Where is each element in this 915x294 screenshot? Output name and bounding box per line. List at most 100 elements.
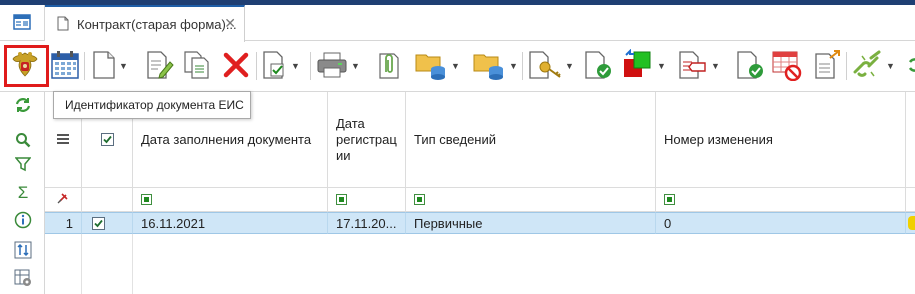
refresh-icon: [906, 54, 915, 79]
toolbar-separator: [522, 52, 523, 80]
import-document-icon: [812, 49, 842, 83]
toolbar-separator: [846, 52, 847, 80]
export-db-icon: [414, 49, 448, 84]
search-button[interactable]: [14, 132, 32, 150]
refresh-button[interactable]: [14, 97, 32, 115]
filter-icon[interactable]: [141, 194, 152, 205]
refresh-icon: [15, 97, 31, 116]
pin-icon: [57, 192, 69, 207]
settings-table-button[interactable]: [14, 269, 32, 288]
color-flag-button[interactable]: ▼: [622, 48, 666, 84]
key-document-button[interactable]: ▼: [528, 48, 574, 84]
cancel-table-icon: [771, 49, 803, 84]
toolbar-separator: [256, 52, 257, 80]
filter-cell-change-no[interactable]: [656, 188, 906, 212]
row-checkbox-cell[interactable]: [82, 212, 133, 234]
sum-icon: Σ: [17, 183, 29, 202]
export-db-button[interactable]: ▼: [414, 48, 460, 84]
filter-cell-info-type[interactable]: [406, 188, 656, 212]
info-button[interactable]: [14, 211, 32, 232]
cell-info-type[interactable]: Первичные: [406, 212, 656, 234]
approve-document-button[interactable]: ▼: [262, 48, 300, 84]
data-grid: Дата заполнения документа Дата регистрац…: [45, 92, 915, 294]
tab-contract[interactable]: Контракт(старая форма)... ✕: [45, 5, 245, 42]
row-checkbox[interactable]: [92, 216, 105, 230]
key-document-icon: [528, 50, 562, 83]
new-document-icon: [92, 50, 116, 83]
chevron-down-icon: ▼: [711, 61, 720, 71]
empty-column: [133, 234, 328, 294]
sum-button[interactable]: Σ: [14, 183, 32, 202]
print-icon: [316, 50, 348, 83]
document-icon: [57, 16, 69, 34]
new-document-button[interactable]: ▼: [92, 48, 128, 84]
chevron-down-icon: ▼: [451, 61, 460, 71]
filter-icon[interactable]: [336, 194, 347, 205]
filter-cell-reg-date[interactable]: [328, 188, 406, 212]
hamburger-icon: [57, 132, 69, 148]
cell-reg-date[interactable]: 17.11.20...: [328, 212, 406, 234]
check-document-button[interactable]: [584, 48, 614, 84]
filter-button[interactable]: [14, 156, 32, 174]
import-db-button[interactable]: ▼: [472, 48, 518, 84]
calendar-button[interactable]: [50, 48, 80, 84]
cell-change-no[interactable]: 0: [656, 212, 906, 234]
chevron-down-icon: ▼: [119, 61, 128, 71]
column-header-info-type[interactable]: Тип сведений: [406, 92, 656, 188]
sort-icon: [14, 241, 32, 262]
empty-column: [45, 234, 82, 294]
import-db-icon: [472, 49, 506, 84]
check-document-button-2[interactable]: [736, 48, 766, 84]
copy-document-icon: [183, 50, 211, 83]
delete-icon: [222, 51, 250, 82]
filter-icon[interactable]: [414, 194, 425, 205]
unlink-icon: [851, 50, 883, 83]
row-number: 1: [45, 212, 82, 234]
left-sidebar: Σ: [0, 92, 45, 294]
filter-cell-next: [906, 188, 915, 212]
chevron-down-icon: ▼: [657, 61, 666, 71]
edit-document-button[interactable]: [146, 48, 174, 84]
sort-button[interactable]: [14, 241, 32, 262]
import-document-button[interactable]: [812, 48, 842, 84]
filter-clear-cell[interactable]: [45, 188, 82, 212]
chevron-down-icon: ▼: [509, 61, 518, 71]
column-header-change-no[interactable]: Номер изменения: [656, 92, 906, 188]
info-icon: [14, 211, 32, 232]
column-header-next[interactable]: Н: [906, 92, 915, 188]
close-icon[interactable]: ✕: [224, 15, 236, 32]
calendar-icon: [50, 50, 80, 83]
select-all-checkbox[interactable]: [100, 133, 114, 146]
cell-fill-date[interactable]: 16.11.2021: [133, 212, 328, 234]
filter-icon: [14, 156, 32, 175]
cancel-table-button[interactable]: [771, 48, 803, 84]
emblem-highlight-frame: [4, 45, 49, 87]
cell-next[interactable]: [906, 212, 915, 234]
delete-button[interactable]: [222, 48, 250, 84]
chevron-down-icon: ▼: [351, 61, 360, 71]
home-tab[interactable]: [0, 5, 45, 41]
chevron-down-icon: ▼: [565, 61, 574, 71]
tooltip: Идентификатор документа ЕИС: [53, 91, 251, 119]
unlink-button[interactable]: ▼: [851, 48, 895, 84]
copy-document-button[interactable]: [183, 48, 211, 84]
attach-icon: [374, 50, 402, 83]
refresh-button[interactable]: [906, 48, 915, 84]
status-marker: [908, 216, 915, 230]
filter-icon[interactable]: [664, 194, 675, 205]
filter-cell-fill-date[interactable]: [133, 188, 328, 212]
home-window-icon: [13, 13, 31, 33]
toolbar-separator: [310, 52, 311, 80]
approve-document-icon: [262, 50, 288, 83]
search-icon: [15, 132, 31, 151]
filter-cell-check: [82, 188, 133, 212]
toolbar: ▼ ▼ ▼ ▼ ▼ ▼ ▼ ▼ ▼: [0, 42, 915, 92]
empty-column: [82, 234, 133, 294]
column-header-reg-date[interactable]: Дата регистрац ии: [328, 92, 406, 188]
check-document-icon: [584, 50, 614, 83]
tab-bar: Контракт(старая форма)... ✕: [0, 5, 915, 42]
print-button[interactable]: ▼: [316, 48, 360, 84]
edit-document-icon: [146, 50, 174, 83]
attach-button[interactable]: [374, 48, 402, 84]
tag-document-button[interactable]: ▼: [678, 48, 720, 84]
